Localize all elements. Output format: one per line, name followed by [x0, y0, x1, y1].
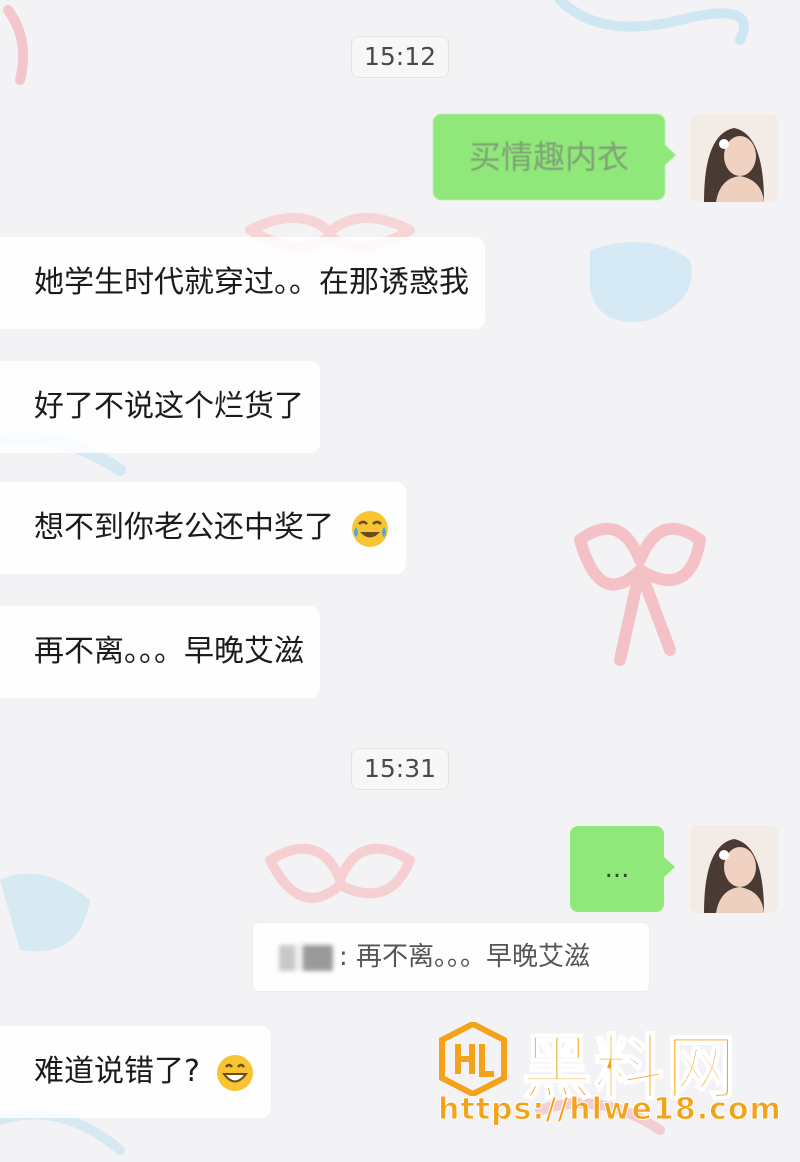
outgoing-message-1[interactable]: 买情趣内衣	[433, 114, 676, 200]
message-text: 想不到你老公还中奖了	[34, 510, 334, 545]
incoming-message-1[interactable]: 她学生时代就穿过。。在那诱惑我	[0, 237, 485, 329]
message-text: 好了不说这个烂货了	[34, 389, 304, 424]
hl-logo-icon	[439, 1022, 507, 1096]
avatar[interactable]	[690, 114, 778, 202]
message-text: 再不离。。。早晚艾滋	[34, 634, 304, 669]
message-text: ...	[604, 854, 630, 884]
message-text: 难道说错了?	[34, 1054, 200, 1089]
grinning-face-icon	[217, 1054, 254, 1091]
quoted-text: : 再不离。。。早晚艾滋	[339, 942, 591, 972]
quoted-message[interactable]: : 再不离。。。早晚艾滋	[252, 922, 650, 992]
timestamp-2: 15:31	[350, 748, 450, 790]
incoming-message-4[interactable]: 再不离。。。早晚艾滋	[0, 606, 320, 698]
bubble-tail	[664, 144, 676, 166]
site-watermark: 黑料网 https://hlwe18.com	[438, 1018, 781, 1138]
quoted-sender-name-redacted	[279, 944, 333, 971]
face-with-tears-of-joy-icon	[351, 510, 388, 547]
avatar-photo-icon	[690, 114, 778, 202]
outgoing-message-2[interactable]: ...	[570, 826, 675, 912]
timestamp-1: 15:12	[350, 36, 450, 78]
incoming-message-2[interactable]: 好了不说这个烂货了	[0, 361, 320, 453]
bubble-tail	[663, 856, 675, 878]
message-text: 她学生时代就穿过。。在那诱惑我	[34, 265, 469, 300]
watermark-url: https://hlwe18.com	[438, 1092, 782, 1128]
incoming-message-5[interactable]: 难道说错了?	[0, 1026, 272, 1118]
avatar[interactable]	[690, 825, 778, 913]
message-text: 买情趣内衣	[468, 138, 629, 176]
avatar-photo-icon	[690, 825, 778, 913]
incoming-message-3[interactable]: 想不到你老公还中奖了	[0, 482, 406, 574]
